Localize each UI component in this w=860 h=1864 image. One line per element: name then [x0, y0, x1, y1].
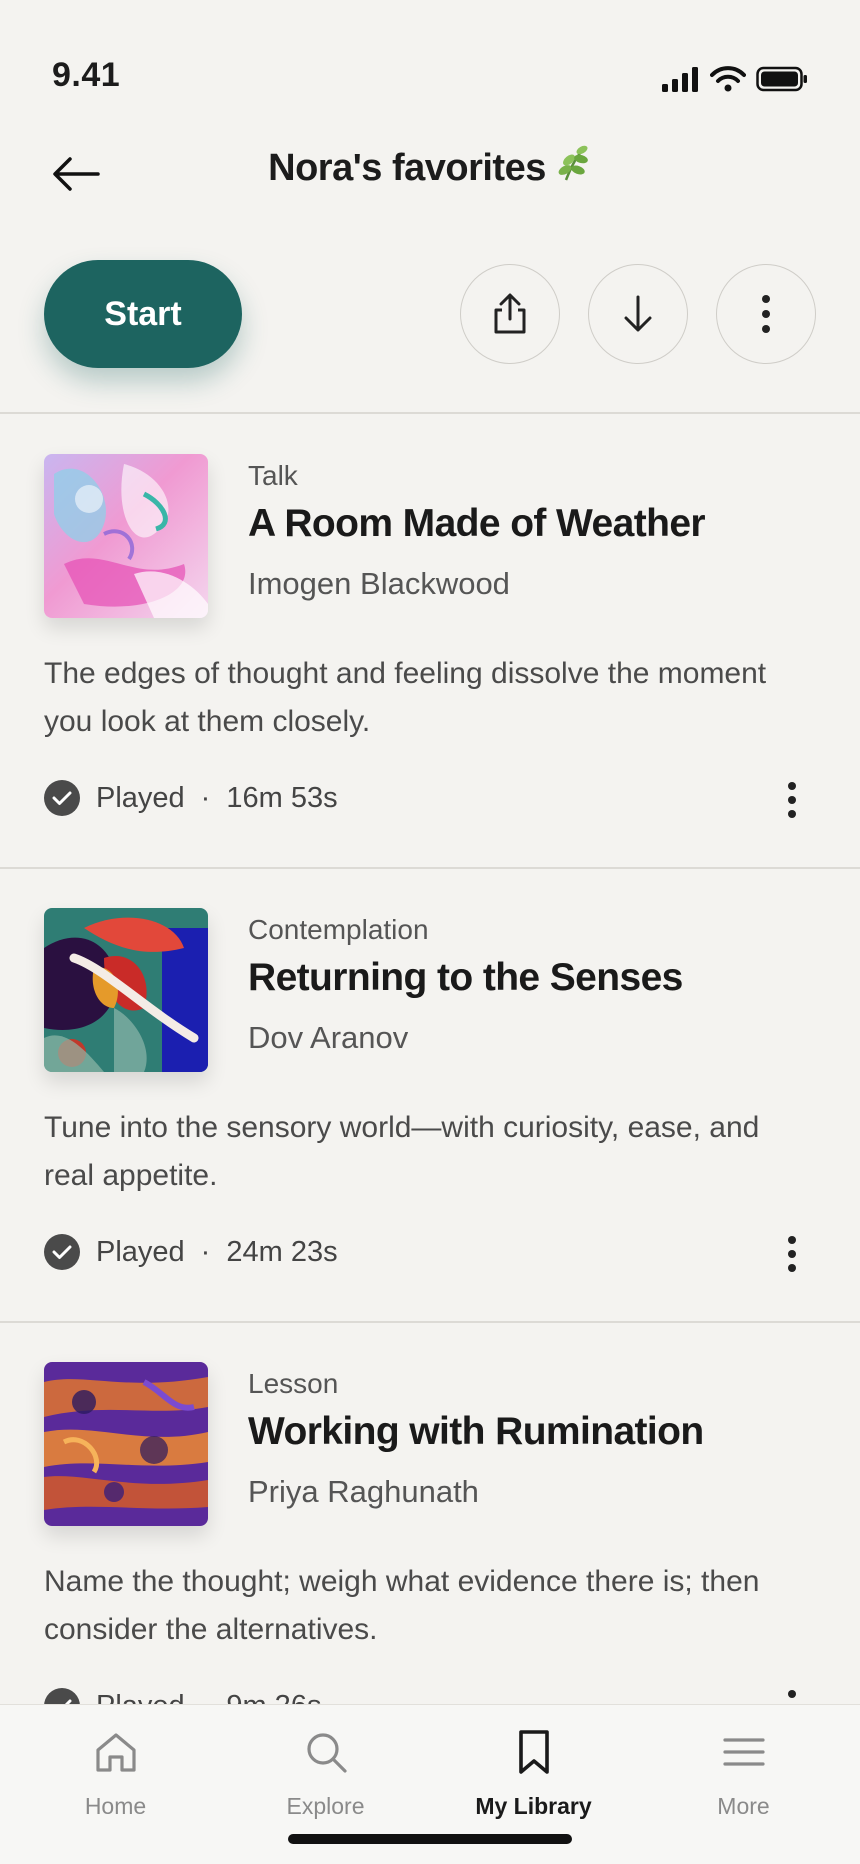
list-item[interactable]: Talk A Room Made of Weather Imogen Black…: [0, 414, 860, 868]
check-circle-icon: [44, 780, 80, 816]
tab-label: More: [717, 1793, 770, 1819]
start-button[interactable]: Start: [44, 260, 242, 368]
item-meta: Played · 16m 53s: [44, 780, 338, 816]
download-icon: [624, 295, 652, 332]
item-artwork: [44, 454, 208, 618]
wifi-icon: [710, 66, 746, 97]
item-duration: 24m 23s: [226, 1235, 338, 1268]
item-author: Dov Aranov: [248, 1020, 409, 1055]
item-artwork: [44, 908, 208, 1072]
more-vertical-icon: [788, 782, 796, 818]
more-options-button[interactable]: [716, 264, 816, 364]
tab-more[interactable]: More: [636, 1725, 851, 1835]
search-icon: [304, 1725, 348, 1779]
more-vertical-icon: [788, 1236, 796, 1272]
status-bar: 9.41: [0, 0, 860, 110]
header: Nora's favorites: [0, 110, 860, 220]
item-description: Tune into the sensory world—with curiosi…: [44, 1111, 760, 1192]
item-meta: Played · 24m 23s: [44, 1234, 338, 1270]
tab-label: Explore: [286, 1793, 365, 1819]
tab-home[interactable]: Home: [8, 1725, 223, 1835]
tab-label: My Library: [475, 1793, 592, 1819]
item-description: The edges of thought and feeling dissolv…: [44, 657, 767, 738]
share-button[interactable]: [460, 264, 560, 364]
cellular-signal-icon: [662, 66, 700, 97]
item-artwork: [44, 1362, 208, 1526]
meta-separator: ·: [200, 1235, 211, 1268]
item-title[interactable]: Returning to the Senses: [248, 956, 683, 1000]
battery-icon: [756, 66, 808, 97]
check-circle-icon: [44, 1234, 80, 1270]
item-author: Priya Raghunath: [248, 1474, 479, 1509]
item-category: Talk: [248, 460, 298, 491]
bookmark-icon: [516, 1725, 552, 1779]
status-icons: [662, 66, 808, 97]
home-icon: [94, 1725, 138, 1779]
played-status: Played: [96, 781, 185, 814]
share-icon: [494, 293, 526, 334]
more-vertical-icon: [762, 295, 770, 333]
page-title-text: Nora's favorites: [268, 146, 546, 189]
item-category: Lesson: [248, 1368, 339, 1399]
tab-explore[interactable]: Explore: [218, 1725, 433, 1835]
tab-label: Home: [84, 1793, 147, 1819]
leaf-icon: [556, 144, 592, 192]
item-more-button[interactable]: [770, 1230, 814, 1278]
home-indicator: [288, 1834, 572, 1844]
meta-separator: ·: [200, 781, 211, 814]
item-description: Name the thought; weigh what evidence th…: [44, 1565, 760, 1646]
download-button[interactable]: [588, 264, 688, 364]
item-more-button[interactable]: [770, 776, 814, 824]
menu-icon: [722, 1725, 765, 1779]
item-title[interactable]: A Room Made of Weather: [248, 502, 706, 546]
page-title: Nora's favorites: [0, 144, 860, 192]
item-title[interactable]: Working with Rumination: [248, 1410, 704, 1454]
item-duration: 16m 53s: [226, 781, 338, 814]
played-status: Played: [96, 1235, 185, 1268]
status-time: 9.41: [52, 56, 121, 94]
tab-my-library[interactable]: My Library: [426, 1725, 641, 1835]
list-item[interactable]: Contemplation Returning to the Senses Do…: [0, 868, 860, 1322]
item-category: Contemplation: [248, 914, 429, 945]
playlist-actions: Start: [0, 260, 860, 370]
item-author: Imogen Blackwood: [248, 566, 510, 601]
